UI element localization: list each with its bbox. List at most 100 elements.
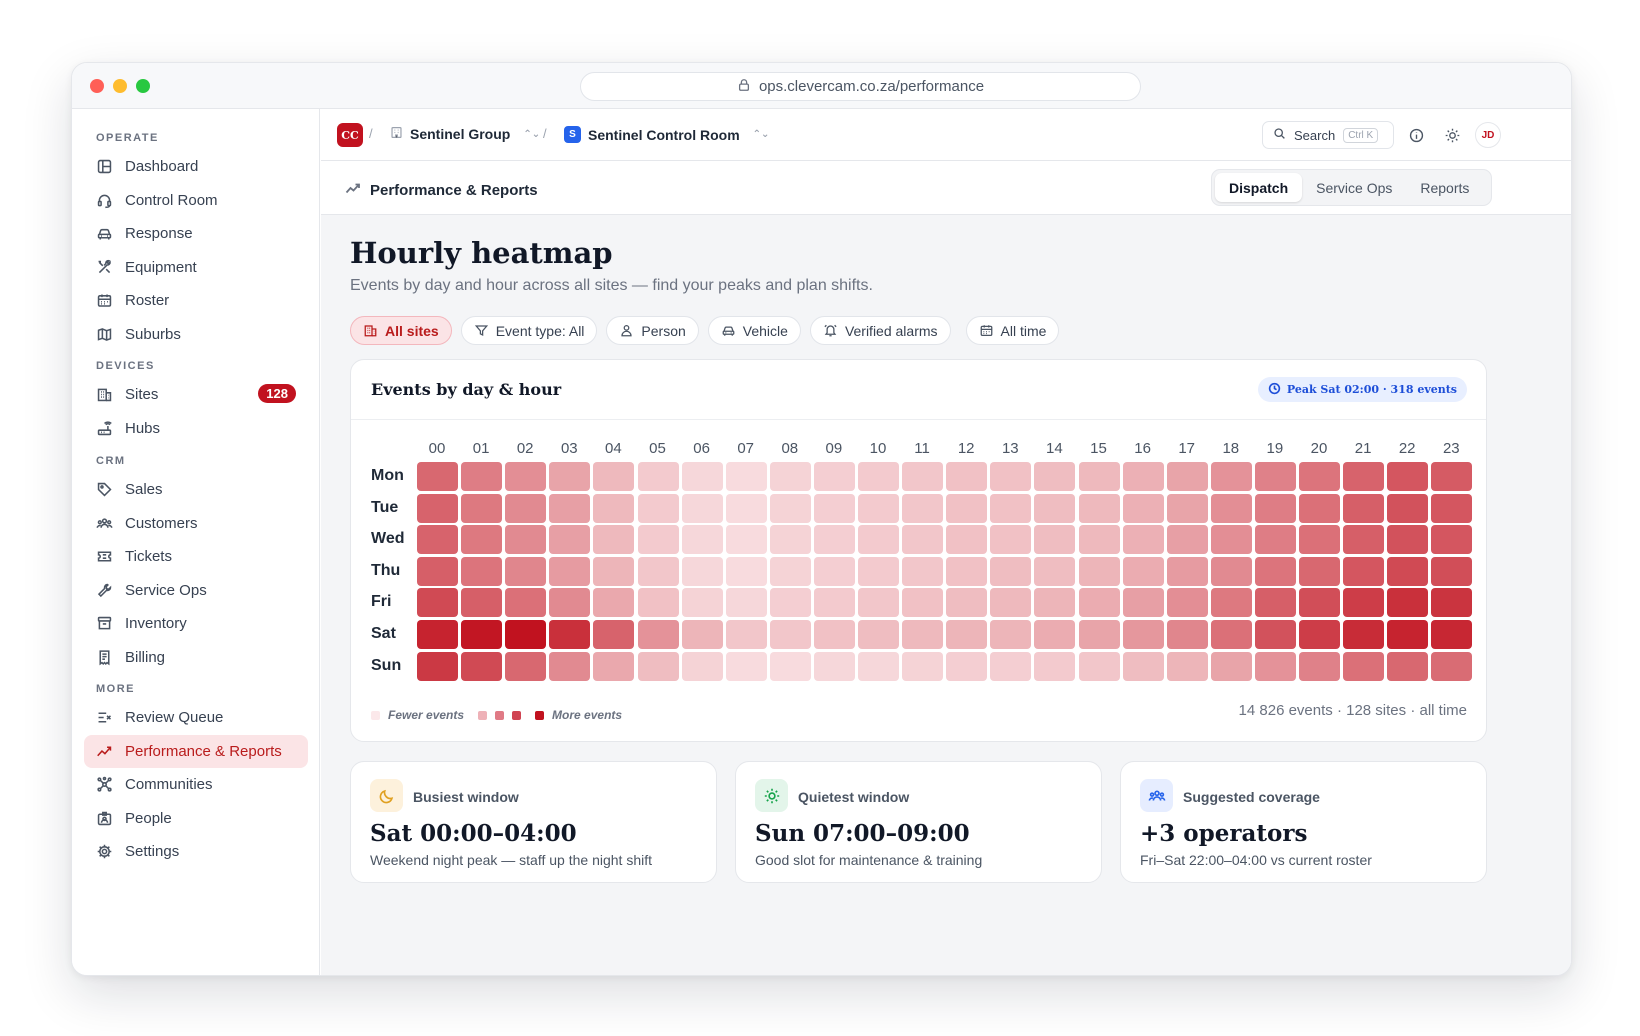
maximize-window-button[interactable] (136, 79, 150, 93)
heatmap-cell[interactable] (1254, 462, 1296, 491)
heatmap-cell[interactable] (461, 525, 503, 555)
heatmap-cell[interactable] (725, 556, 767, 586)
heatmap-cell[interactable] (1343, 556, 1385, 586)
heatmap-cell[interactable] (461, 462, 503, 491)
heatmap-cell[interactable] (725, 651, 767, 681)
group-switcher[interactable]: Sentinel Group ⌃⌄ (390, 126, 540, 142)
heatmap-cell[interactable] (1122, 556, 1164, 586)
filter-chip-all-time[interactable]: All time (965, 316, 1060, 345)
heatmap-cell[interactable] (902, 620, 944, 649)
heatmap-cell[interactable] (1254, 556, 1296, 586)
heatmap-cell[interactable] (1122, 462, 1164, 491)
heatmap-cell[interactable] (1034, 462, 1076, 491)
heatmap-cell[interactable] (1387, 493, 1429, 523)
heatmap-cell[interactable] (1343, 493, 1385, 523)
heatmap-cell[interactable] (637, 556, 679, 586)
heatmap-cell[interactable] (505, 588, 547, 618)
filter-chip-event-type-all[interactable]: Event type: All (460, 316, 598, 345)
heatmap-cell[interactable] (1122, 588, 1164, 618)
heatmap-cell[interactable] (549, 525, 591, 555)
heatmap-cell[interactable] (1210, 588, 1252, 618)
heatmap-cell[interactable] (769, 556, 811, 586)
heatmap-cell[interactable] (813, 588, 855, 618)
room-switcher[interactable]: S Sentinel Control Room ⌃⌄ (564, 126, 769, 143)
sidebar-item-suburbs[interactable]: Suburbs (84, 318, 308, 351)
sidebar-item-inventory[interactable]: Inventory (84, 607, 308, 640)
heatmap-cell[interactable] (769, 588, 811, 618)
heatmap-cell[interactable] (505, 493, 547, 523)
heatmap-cell[interactable] (505, 462, 547, 491)
heatmap-cell[interactable] (1078, 556, 1120, 586)
heatmap-cell[interactable] (681, 651, 723, 681)
sidebar-item-hubs[interactable]: Hubs (84, 412, 308, 445)
heatmap-cell[interactable] (637, 651, 679, 681)
heatmap-cell[interactable] (1431, 525, 1473, 555)
heatmap-cell[interactable] (946, 525, 988, 555)
heatmap-cell[interactable] (990, 588, 1032, 618)
heatmap-cell[interactable] (681, 556, 723, 586)
heatmap-cell[interactable] (902, 462, 944, 491)
heatmap-cell[interactable] (1254, 588, 1296, 618)
heatmap-cell[interactable] (681, 462, 723, 491)
address-bar[interactable]: ops.clevercam.co.za/performance (580, 72, 1141, 101)
close-window-button[interactable] (90, 79, 104, 93)
org-logo[interactable]: CC (337, 123, 363, 147)
heatmap-cell[interactable] (1254, 493, 1296, 523)
heatmap-cell[interactable] (858, 525, 899, 555)
heatmap-cell[interactable] (1254, 620, 1296, 649)
heatmap-cell[interactable] (549, 493, 591, 523)
search-button[interactable]: Search Ctrl K (1262, 121, 1394, 149)
heatmap-cell[interactable] (549, 620, 591, 649)
heatmap-cell[interactable] (1078, 588, 1120, 618)
heatmap-cell[interactable] (637, 493, 679, 523)
heatmap-cell[interactable] (725, 462, 767, 491)
heatmap-cell[interactable] (417, 525, 458, 555)
heatmap-cell[interactable] (902, 556, 944, 586)
heatmap-cell[interactable] (902, 588, 944, 618)
heatmap-cell[interactable] (505, 556, 547, 586)
heatmap-cell[interactable] (1387, 556, 1429, 586)
heatmap-cell[interactable] (681, 588, 723, 618)
heatmap-cell[interactable] (725, 620, 767, 649)
heatmap-cell[interactable] (1034, 651, 1076, 681)
heatmap-cell[interactable] (549, 588, 591, 618)
filter-chip-verified-alarms[interactable]: Verified alarms (809, 316, 951, 345)
heatmap-cell[interactable] (1343, 462, 1385, 491)
heatmap-cell[interactable] (1431, 588, 1473, 618)
tab-reports[interactable]: Reports (1406, 173, 1483, 202)
heatmap-cell[interactable] (858, 651, 899, 681)
heatmap-cell[interactable] (1210, 556, 1252, 586)
sidebar-item-control-room[interactable]: Control Room (84, 184, 308, 217)
heatmap-cell[interactable] (813, 525, 855, 555)
sidebar-item-service-ops[interactable]: Service Ops (84, 574, 308, 607)
heatmap-cell[interactable] (637, 588, 679, 618)
sidebar-item-review-queue[interactable]: Review Queue (84, 701, 308, 734)
heatmap-cell[interactable] (813, 556, 855, 586)
heatmap-cell[interactable] (990, 493, 1032, 523)
heatmap-cell[interactable] (1431, 651, 1473, 681)
heatmap-cell[interactable] (417, 556, 458, 586)
heatmap-cell[interactable] (637, 525, 679, 555)
heatmap-cell[interactable] (1299, 525, 1340, 555)
sidebar-item-equipment[interactable]: Equipment (84, 251, 308, 284)
user-avatar[interactable]: JD (1475, 122, 1501, 148)
heatmap-cell[interactable] (1431, 462, 1473, 491)
heatmap-cell[interactable] (681, 525, 723, 555)
heatmap-cell[interactable] (946, 651, 988, 681)
heatmap-cell[interactable] (1166, 651, 1208, 681)
heatmap-cell[interactable] (1166, 493, 1208, 523)
sidebar-item-communities[interactable]: Communities (84, 768, 308, 801)
heatmap-cell[interactable] (769, 620, 811, 649)
heatmap-cell[interactable] (858, 493, 899, 523)
filter-chip-person[interactable]: Person (606, 316, 699, 345)
sidebar-item-response[interactable]: Response (84, 217, 308, 250)
heatmap-cell[interactable] (1431, 620, 1473, 649)
heatmap-cell[interactable] (813, 651, 855, 681)
sidebar-item-performance-and-reports[interactable]: Performance & Reports (84, 734, 308, 768)
heatmap-cell[interactable] (813, 462, 855, 491)
heatmap-cell[interactable] (990, 620, 1032, 649)
heatmap-cell[interactable] (725, 588, 767, 618)
heatmap-cell[interactable] (593, 462, 635, 491)
heatmap-cell[interactable] (1299, 556, 1340, 586)
filter-chip-all-sites[interactable]: All sites (350, 316, 452, 345)
